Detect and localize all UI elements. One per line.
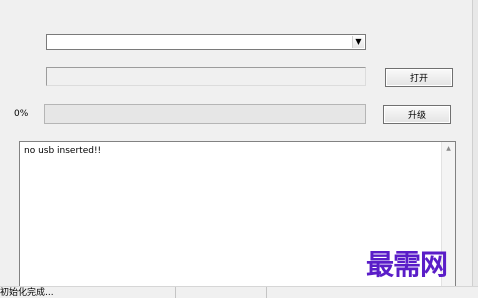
upgrade-button-label: 升级 [407, 111, 426, 121]
dropdown-button[interactable]: ▼ [352, 36, 364, 48]
progress-percent-label: 0% [14, 109, 29, 119]
watermark-logo: 最需网 [366, 248, 448, 281]
upgrade-button[interactable]: 升级 [383, 105, 451, 124]
upgrade-progress-bar [44, 104, 366, 124]
status-bar: 初始化完成... [0, 286, 478, 298]
open-button[interactable]: 打开 [385, 68, 453, 87]
log-text: no usb inserted!! [24, 146, 102, 156]
window-right-border [472, 0, 478, 298]
scroll-up-arrow-icon[interactable]: ▲ [442, 145, 455, 153]
status-pane-separator [266, 287, 267, 298]
chevron-down-icon: ▼ [355, 37, 362, 46]
status-message: 初始化完成... [0, 288, 54, 298]
file-path-field[interactable] [46, 67, 366, 86]
open-button-label: 打开 [409, 74, 428, 84]
status-pane-separator [175, 287, 176, 298]
device-select[interactable]: ▼ [46, 34, 366, 50]
